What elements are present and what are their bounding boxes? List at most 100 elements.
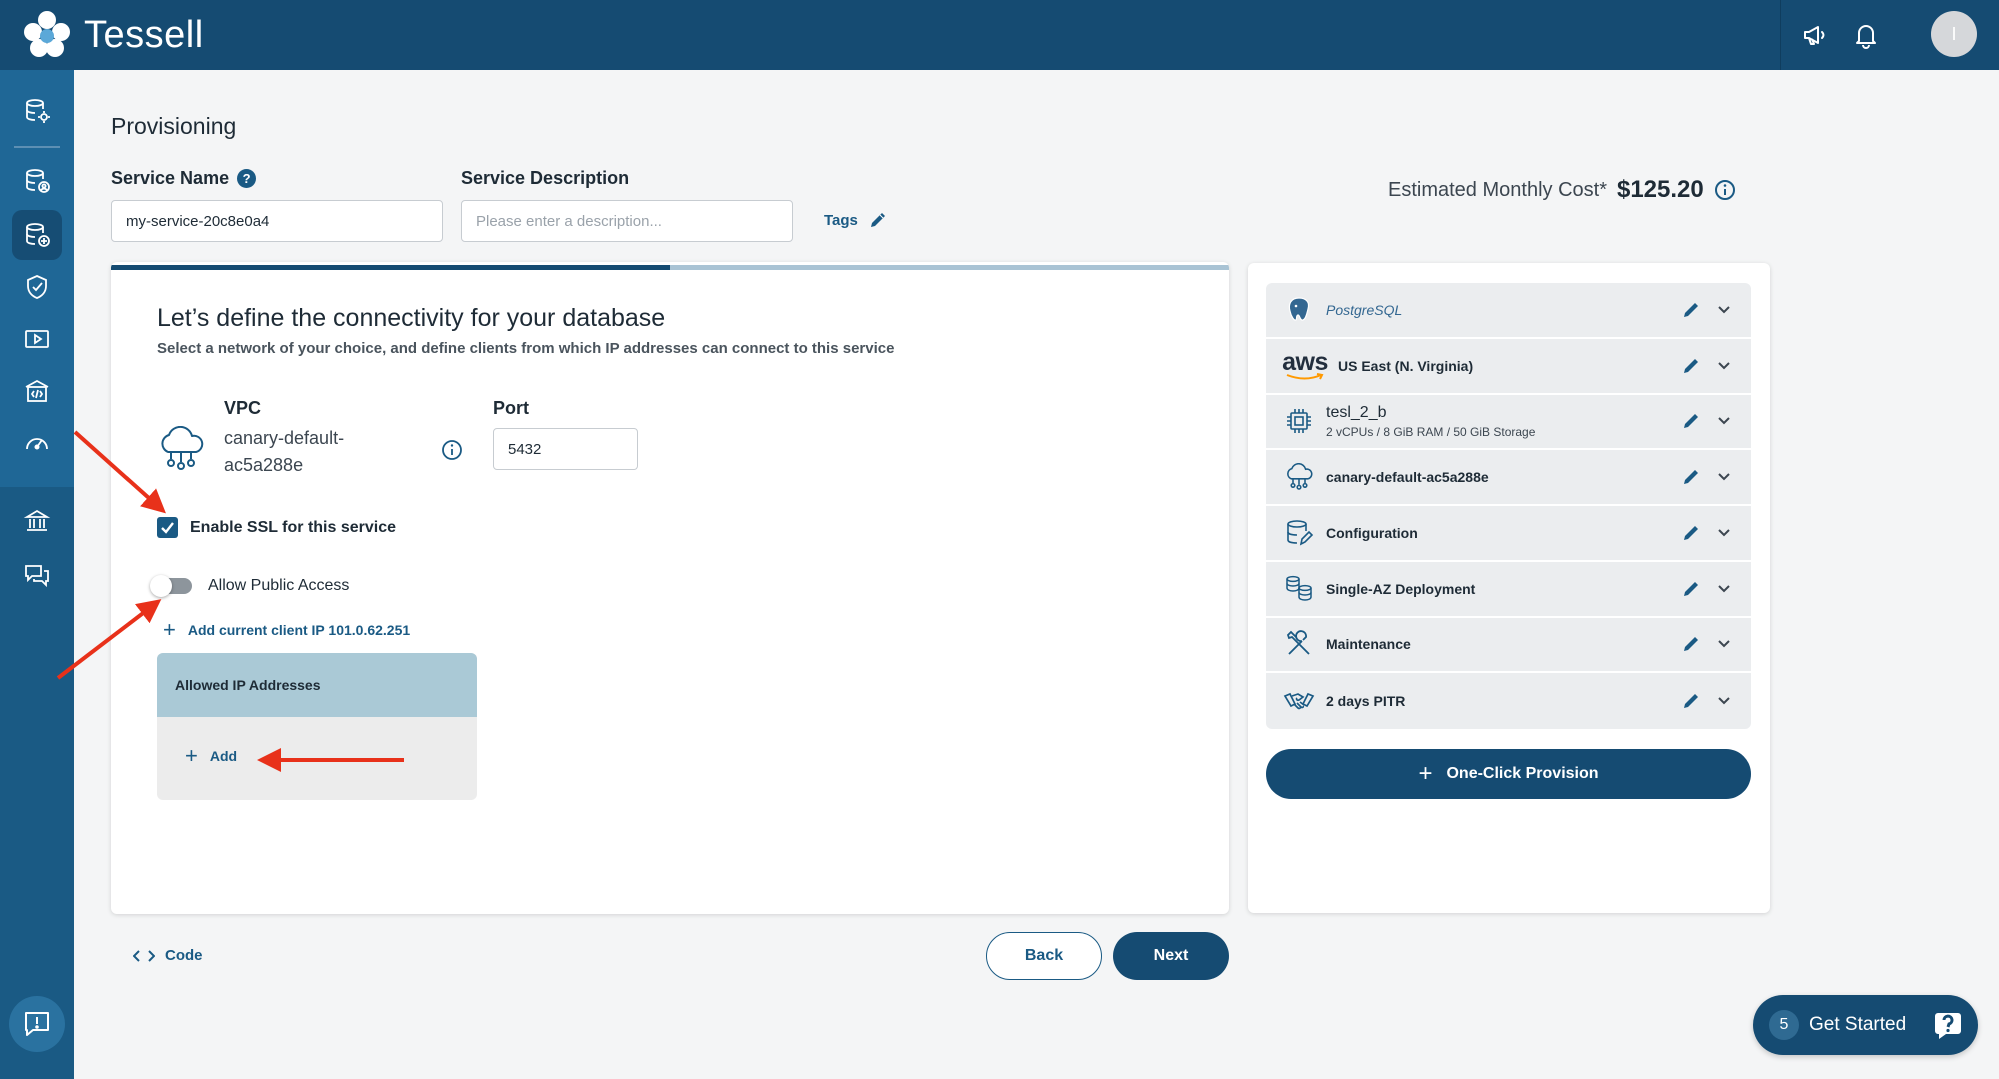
summary-row-engine[interactable]: PostgreSQL	[1266, 283, 1751, 339]
plus-icon: +	[1418, 760, 1433, 787]
public-access-toggle[interactable]	[150, 575, 192, 597]
shield-icon[interactable]	[12, 262, 62, 312]
add-ip-button[interactable]: + Add	[185, 745, 238, 767]
app-logo[interactable]: Tessell	[22, 10, 204, 60]
pencil-icon[interactable]	[1681, 634, 1701, 654]
pencil-icon[interactable]	[1681, 691, 1701, 711]
info-icon[interactable]	[1714, 179, 1736, 201]
pencil-icon[interactable]	[1681, 356, 1701, 376]
next-button[interactable]: Next	[1113, 932, 1229, 980]
bell-icon[interactable]	[1851, 20, 1881, 50]
service-description-label-text: Service Description	[461, 168, 630, 188]
pencil-icon[interactable]	[1681, 579, 1701, 599]
code-link[interactable]: Code	[133, 947, 203, 964]
public-access-label: Allow Public Access	[208, 577, 350, 594]
back-button[interactable]: Back	[986, 932, 1102, 980]
megaphone-icon[interactable]	[1800, 20, 1830, 50]
summary-row-title: PostgreSQL	[1326, 301, 1403, 318]
add-client-ip-label: Add current client IP 101.0.62.251	[187, 622, 411, 638]
add-client-ip-link[interactable]: + Add current client IP 101.0.62.251	[163, 617, 411, 642]
vpc-label: VPC	[224, 398, 262, 418]
aws-smile-icon	[1286, 372, 1324, 380]
chevron-down-icon[interactable]	[1715, 692, 1733, 710]
tags-link[interactable]: Tags	[824, 210, 888, 230]
video-icon[interactable]	[12, 314, 62, 364]
summary-row-title: canary-default-ac5a288e	[1326, 469, 1489, 486]
database-config-icon	[1282, 516, 1316, 550]
user-avatar[interactable]: I	[1931, 11, 1977, 57]
summary-row-region[interactable]: aws US East (N. Virginia)	[1266, 339, 1751, 395]
sidebar-separator	[14, 146, 60, 148]
info-icon[interactable]	[441, 439, 463, 461]
summary-row-maintenance[interactable]: Maintenance	[1266, 618, 1751, 674]
pencil-icon[interactable]	[1681, 523, 1701, 543]
database-user-icon[interactable]	[12, 156, 62, 206]
summary-row-deployment[interactable]: Single-AZ Deployment	[1266, 562, 1751, 618]
summary-row-configuration[interactable]: Configuration	[1266, 506, 1751, 562]
connectivity-card: Let’s define the connectivity for your d…	[111, 262, 1229, 914]
pencil-icon[interactable]	[1681, 300, 1701, 320]
port-input[interactable]	[493, 428, 638, 470]
summary-row-title: Configuration	[1326, 524, 1418, 541]
pencil-icon[interactable]	[1681, 411, 1701, 431]
chevron-down-icon[interactable]	[1715, 635, 1733, 653]
chevron-down-icon[interactable]	[1715, 468, 1733, 486]
pencil-icon[interactable]	[1681, 467, 1701, 487]
plus-icon: +	[163, 617, 176, 642]
estimated-cost: Estimated Monthly Cost* $125.20	[1388, 176, 1736, 204]
chat-icon[interactable]	[12, 550, 62, 600]
ssl-checkbox[interactable]	[157, 517, 178, 538]
chevron-down-icon[interactable]	[1715, 524, 1733, 542]
tools-icon	[1282, 627, 1316, 661]
app-name: Tessell	[84, 13, 204, 56]
check-icon	[161, 522, 174, 534]
get-started-label: Get Started	[1809, 1014, 1907, 1035]
chevron-down-icon[interactable]	[1715, 412, 1733, 430]
add-ip-label: Add	[209, 748, 238, 764]
cost-label: Estimated Monthly Cost*	[1388, 178, 1607, 201]
service-name-label: Service Name ?	[111, 168, 257, 189]
summary-row-compute[interactable]: tesl_2_b 2 vCPUs / 8 GiB RAM / 50 GiB St…	[1266, 395, 1751, 451]
pencil-icon	[870, 213, 885, 227]
speedometer-icon[interactable]	[12, 418, 62, 468]
sidebar	[0, 70, 74, 1079]
row-actions	[1681, 506, 1733, 560]
handshake-icon	[1282, 684, 1316, 718]
bank-icon[interactable]	[12, 496, 62, 546]
cost-value: $125.20	[1616, 176, 1704, 203]
service-description-input[interactable]	[461, 200, 793, 242]
summary-list: PostgreSQL aws US East (N. Virginia) tes…	[1266, 283, 1751, 729]
code-icon	[133, 949, 155, 962]
code-building-icon[interactable]	[12, 366, 62, 416]
row-actions	[1681, 673, 1733, 729]
database-add-icon[interactable]	[12, 210, 62, 260]
service-description-label: Service Description	[461, 168, 629, 189]
aws-icon: aws	[1282, 349, 1328, 383]
service-name-label-text: Service Name	[111, 168, 230, 188]
chevron-down-icon[interactable]	[1715, 357, 1733, 375]
vpc-value: canary-default-ac5a288e	[224, 428, 345, 475]
cloud-network-icon	[161, 426, 204, 470]
row-actions	[1681, 562, 1733, 616]
help-icon[interactable]: ?	[237, 169, 257, 188]
allowed-ip-table: Allowed IP Addresses + Add	[157, 653, 477, 800]
summary-row-pitr[interactable]: 2 days PITR	[1266, 673, 1751, 729]
feedback-button[interactable]	[9, 996, 65, 1052]
top-bar: Tessell I	[0, 0, 1999, 70]
cpu-icon	[1282, 404, 1316, 438]
database-settings-icon[interactable]	[12, 86, 62, 136]
get-started-widget[interactable]: 5 Get Started	[1753, 995, 1978, 1055]
toggle-knob	[150, 575, 172, 597]
header-divider	[1780, 0, 1781, 70]
summary-row-title: Single-AZ Deployment	[1326, 580, 1476, 597]
public-access-option[interactable]: Allow Public Access	[150, 575, 350, 597]
card-subheading: Select a network of your choice, and def…	[157, 340, 895, 357]
ssl-option[interactable]: Enable SSL for this service	[157, 517, 396, 538]
chevron-down-icon[interactable]	[1715, 301, 1733, 319]
service-name-input[interactable]	[111, 200, 443, 242]
one-click-provision-button[interactable]: + One-Click Provision	[1266, 749, 1751, 799]
summary-row-subtitle: 2 vCPUs / 8 GiB RAM / 50 GiB Storage	[1326, 424, 1536, 439]
summary-row-title: Maintenance	[1326, 636, 1411, 653]
summary-row-network[interactable]: canary-default-ac5a288e	[1266, 450, 1751, 506]
chevron-down-icon[interactable]	[1715, 580, 1733, 598]
